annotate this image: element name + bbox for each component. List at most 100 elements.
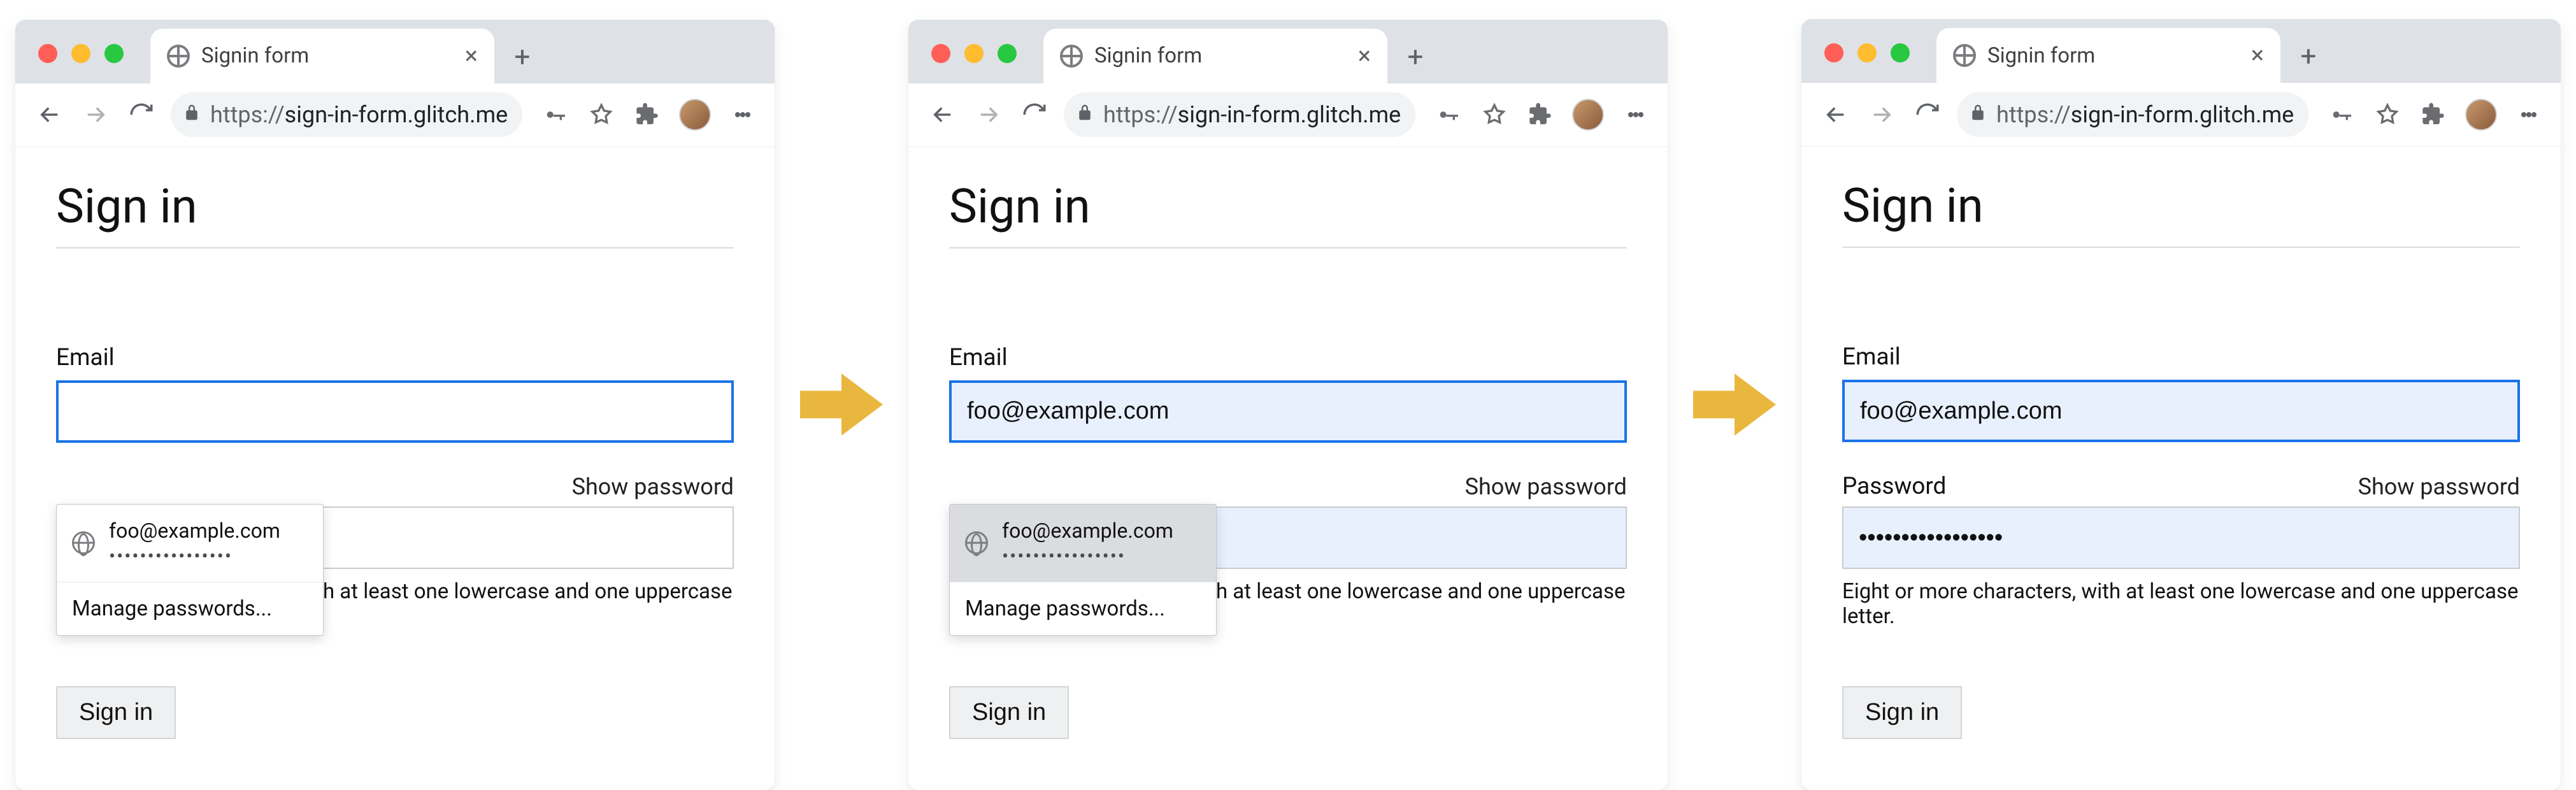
maximize-window-button[interactable] <box>104 44 124 63</box>
back-button[interactable] <box>1819 98 1852 131</box>
email-label: Email <box>1842 343 2520 371</box>
email-field[interactable] <box>1842 380 2520 442</box>
address-bar[interactable]: https://sign-in-form.glitch.me <box>1957 92 2308 137</box>
page-title: Sign in <box>56 179 734 248</box>
extensions-icon[interactable] <box>1526 101 1554 129</box>
extensions-icon[interactable] <box>2419 101 2447 129</box>
autofill-dropdown: foo@example.com •••••••••••••••• Manage … <box>949 504 1217 636</box>
page-title: Sign in <box>1842 178 2520 248</box>
new-tab-button[interactable]: + <box>2289 37 2328 75</box>
signin-button[interactable]: Sign in <box>56 686 176 739</box>
menu-button[interactable] <box>2515 101 2543 129</box>
password-field[interactable] <box>1842 506 2520 569</box>
globe-icon <box>167 45 190 68</box>
globe-icon <box>1953 44 1976 67</box>
show-password-toggle[interactable]: Show password <box>572 473 734 500</box>
minimize-window-button[interactable] <box>1857 43 1877 62</box>
close-window-button[interactable] <box>38 44 57 63</box>
maximize-window-button[interactable] <box>998 44 1017 63</box>
new-tab-button[interactable]: + <box>503 38 541 76</box>
tab-strip: Signin form × + <box>908 20 1668 83</box>
tab-title: Signin form <box>201 43 309 68</box>
profile-avatar[interactable] <box>1572 99 1604 131</box>
globe-icon <box>965 531 988 554</box>
key-icon[interactable] <box>1435 101 1463 129</box>
autofill-password-dots: •••••••••••••••• <box>1002 545 1173 568</box>
lock-icon <box>1968 101 1987 129</box>
url-text: https://sign-in-form.glitch.me <box>1103 101 1401 128</box>
forward-button[interactable] <box>972 98 1005 131</box>
email-field[interactable] <box>56 380 734 443</box>
browser-tab[interactable]: Signin form × <box>1936 28 2280 83</box>
globe-icon <box>1060 45 1083 68</box>
maximize-window-button[interactable] <box>1891 43 1910 62</box>
close-window-button[interactable] <box>1824 43 1843 62</box>
password-label: Password <box>1842 473 1946 500</box>
autofill-suggestion[interactable]: foo@example.com •••••••••••••••• <box>57 505 323 582</box>
signin-button[interactable]: Sign in <box>949 686 1069 739</box>
extensions-icon[interactable] <box>633 101 661 129</box>
autofill-email: foo@example.com <box>109 519 280 543</box>
reload-button[interactable] <box>1018 98 1051 131</box>
profile-avatar[interactable] <box>2465 99 2497 131</box>
email-field[interactable] <box>949 380 1627 443</box>
close-tab-button[interactable]: × <box>465 44 478 68</box>
arrow-icon <box>800 366 883 443</box>
browser-tab[interactable]: Signin form × <box>1043 29 1387 83</box>
star-icon[interactable] <box>587 101 615 129</box>
star-icon[interactable] <box>1480 101 1508 129</box>
address-bar[interactable]: https://sign-in-form.glitch.me <box>171 92 522 137</box>
manage-passwords[interactable]: Manage passwords... <box>57 582 323 635</box>
tab-strip: Signin form × + <box>1801 19 2561 83</box>
back-button[interactable] <box>33 98 66 131</box>
browser-window-1: Signin form × + https://sign-in-form.gli… <box>15 20 775 790</box>
autofill-suggestion[interactable]: foo@example.com •••••••••••••••• <box>950 505 1216 582</box>
browser-tab[interactable]: Signin form × <box>150 29 494 83</box>
profile-avatar[interactable] <box>679 99 711 131</box>
manage-passwords[interactable]: Manage passwords... <box>950 582 1216 635</box>
page-content: Sign in Email Show password Eight or mor… <box>908 147 1668 790</box>
show-password-toggle[interactable]: Show password <box>2358 473 2520 500</box>
tab-title: Signin form <box>1987 43 2095 68</box>
close-tab-button[interactable]: × <box>2251 43 2264 68</box>
autofill-password-dots: •••••••••••••••• <box>109 545 280 568</box>
browser-window-2: Signin form × + https://sign-in-form.gli… <box>908 20 1668 790</box>
star-icon[interactable] <box>2373 101 2401 129</box>
signin-button[interactable]: Sign in <box>1842 686 1962 739</box>
reload-button[interactable] <box>125 98 158 131</box>
toolbar-icons <box>541 99 757 131</box>
show-password-toggle[interactable]: Show password <box>1465 473 1627 500</box>
forward-button[interactable] <box>1865 98 1898 131</box>
window-controls <box>1824 43 1910 62</box>
minimize-window-button[interactable] <box>71 44 90 63</box>
minimize-window-button[interactable] <box>964 44 984 63</box>
email-label: Email <box>949 344 1627 371</box>
url-text: https://sign-in-form.glitch.me <box>210 101 508 128</box>
page-title: Sign in <box>949 179 1627 248</box>
key-icon[interactable] <box>541 101 569 129</box>
close-tab-button[interactable]: × <box>1358 44 1371 68</box>
window-controls <box>931 44 1017 63</box>
tab-strip: Signin form × + <box>15 20 775 83</box>
reload-button[interactable] <box>1911 98 1944 131</box>
lock-icon <box>182 101 201 129</box>
email-label: Email <box>56 344 734 371</box>
key-icon[interactable] <box>2328 101 2356 129</box>
lock-icon <box>1075 101 1094 129</box>
page-content: Sign in Email Password Show password Eig… <box>1801 147 2561 790</box>
address-bar[interactable]: https://sign-in-form.glitch.me <box>1064 92 1415 137</box>
toolbar-icons <box>1435 99 1650 131</box>
toolbar-icons <box>2328 99 2543 131</box>
window-controls <box>38 44 124 63</box>
browser-window-3: Signin form × + https://sign-in-form.gli… <box>1801 19 2561 790</box>
new-tab-button[interactable]: + <box>1396 38 1435 76</box>
menu-button[interactable] <box>729 101 757 129</box>
menu-button[interactable] <box>1622 101 1650 129</box>
page-content: Sign in Email Show password Eight or mor… <box>15 147 775 790</box>
forward-button[interactable] <box>79 98 112 131</box>
url-text: https://sign-in-form.glitch.me <box>1996 101 2294 128</box>
close-window-button[interactable] <box>931 44 950 63</box>
back-button[interactable] <box>926 98 959 131</box>
toolbar: https://sign-in-form.glitch.me <box>15 83 775 147</box>
autofill-email: foo@example.com <box>1002 519 1173 543</box>
